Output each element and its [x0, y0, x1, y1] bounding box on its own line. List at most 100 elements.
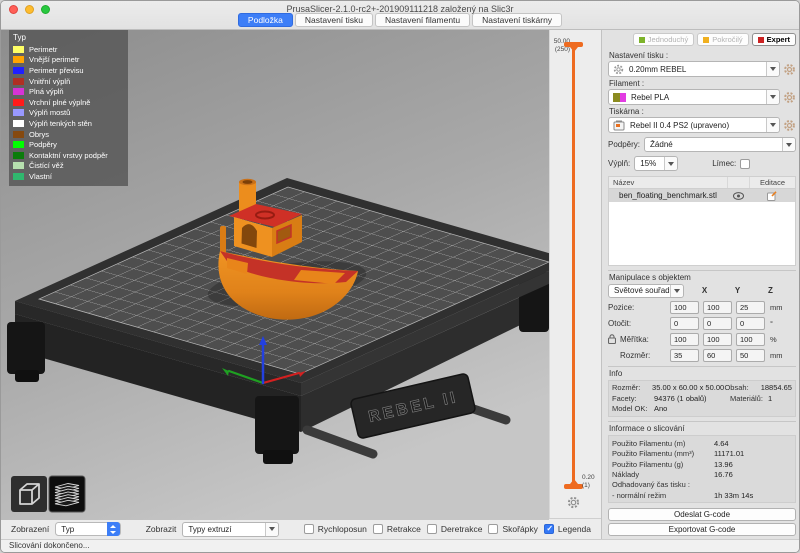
rotation-x-field[interactable]: 0 [670, 317, 699, 330]
edit-preset-gear-icon[interactable] [783, 91, 796, 104]
print-time-mode: - normální režim [612, 491, 714, 500]
preview-toolbar: Zobrazení Typ Zobrazit Typy extruzí Rych… [1, 518, 601, 539]
checkbox-box[interactable] [373, 524, 383, 534]
visibility-toggle[interactable] [727, 192, 749, 200]
legend-swatch [13, 88, 24, 95]
edit-object-button[interactable] [749, 191, 795, 201]
rotation-z-field[interactable]: 0 [736, 317, 765, 330]
printer-leg-left [7, 322, 45, 374]
slicing-info-panel: Použito Filamentu (m)4.64 Použito Filame… [608, 435, 796, 503]
position-x-field[interactable]: 100 [670, 301, 699, 314]
layer-slider: 50.00 (250) 0.20 (1) [549, 30, 601, 518]
legend-title: Typ [13, 33, 124, 42]
legend-item: Perimetr [13, 44, 124, 55]
object-row[interactable]: ben_floating_benchmark.stl [609, 189, 795, 202]
brim-label: Límec: [712, 159, 736, 168]
checkbox-box[interactable] [304, 524, 314, 534]
view-layers-button[interactable] [49, 476, 85, 512]
supports-label: Podpěry: [608, 140, 640, 149]
legend-swatch [13, 131, 24, 138]
select-stepper-icon [107, 522, 120, 536]
checkbox-travel[interactable]: Rychloposun [304, 524, 367, 534]
mode-color-square [703, 37, 709, 43]
coordinate-system-combo[interactable]: Světové souřadnice [608, 284, 684, 298]
scale-row: Měřítka: 100 100 100 % [608, 333, 796, 346]
mode-advanced-button[interactable]: Pokročilý [697, 33, 748, 46]
slider-gear-icon[interactable] [567, 496, 580, 509]
object-name: ben_floating_benchmark.stl [609, 191, 727, 200]
layer-slider-upper-handle[interactable] [564, 42, 583, 47]
position-z-field[interactable]: 25 [736, 301, 765, 314]
checkbox-shells[interactable]: Skořápky [488, 524, 537, 534]
view-label: Zobrazení [11, 524, 49, 534]
position-y-field[interactable]: 100 [703, 301, 732, 314]
legend-item: Vlastní [13, 171, 124, 182]
legend-item: Výplň tenkých stěn [13, 118, 124, 129]
layers-icon [55, 484, 79, 506]
checkbox-retractions[interactable]: Retrakce [373, 524, 421, 534]
filament-combo[interactable]: Rebel PLA [608, 89, 780, 105]
legend-item: Vnitřní výplň [13, 76, 124, 87]
print-settings-label: Nastavení tisku : [609, 51, 796, 60]
mode-switcher: Jednoduchý Pokročilý Expert [608, 33, 796, 46]
tab-printer-settings[interactable]: Nastavení tiskárny [472, 13, 562, 27]
mode-color-square [639, 37, 645, 43]
checkbox-legend[interactable]: Legenda [544, 524, 591, 534]
checkbox-box[interactable] [488, 524, 498, 534]
supports-combo[interactable]: Žádné [644, 137, 796, 152]
uniform-scale-lock[interactable] [608, 334, 620, 344]
legend-swatch [13, 99, 24, 106]
size-y-field[interactable]: 60 [703, 349, 732, 362]
view-type-select[interactable]: Typ [55, 522, 121, 536]
printer-combo[interactable]: Rebel II 0.4 PS2 (upraveno) [608, 117, 780, 133]
tab-plater[interactable]: Podložka [238, 13, 293, 27]
brim-checkbox[interactable] [740, 159, 750, 169]
infill-combo[interactable]: 15% [634, 156, 678, 171]
scale-y-field[interactable]: 100 [703, 333, 732, 346]
info-panel: Rozměr:35.00 x 60.00 x 50.00Obsah:18854.… [608, 380, 796, 418]
y-axis-header: Y [723, 286, 752, 295]
size-x-field[interactable]: 35 [670, 349, 699, 362]
checkbox-deretractions[interactable]: Deretrakce [427, 524, 483, 534]
tab-bar: Podložka Nastavení tisku Nastavení filam… [1, 13, 799, 27]
rotation-y-field[interactable]: 0 [703, 317, 732, 330]
infill-row: Výplň: 15% Límec: [608, 156, 796, 171]
size-z-field[interactable]: 50 [736, 349, 765, 362]
mode-simple-button[interactable]: Jednoduchý [633, 33, 694, 46]
print-time-label: Odhadovaný čas tisku : [612, 480, 792, 490]
edit-preset-gear-icon[interactable] [783, 63, 796, 76]
send-gcode-button[interactable]: Odeslat G-code [608, 508, 796, 521]
gear-icon [613, 64, 624, 75]
viewport: REBEL II [1, 30, 549, 518]
chevron-down-icon [265, 523, 278, 536]
export-gcode-button[interactable]: Exportovat G-code [608, 523, 796, 536]
print-settings-combo[interactable]: 0.20mm REBEL [608, 61, 780, 77]
edit-preset-gear-icon[interactable] [783, 119, 796, 132]
left-column: REBEL II [1, 30, 601, 539]
layer-slider-track[interactable] [572, 48, 575, 484]
filament-label: Filament : [609, 79, 796, 88]
title-bar: PrusaSlicer-2.1.0-rc2+-201909111218 zalo… [1, 1, 799, 30]
infill-label: Výplň: [608, 159, 630, 168]
checkbox-box[interactable] [427, 524, 437, 534]
canvas-row: REBEL II [1, 30, 601, 518]
tab-print-settings[interactable]: Nastavení tisku [295, 13, 373, 27]
view-3d-button[interactable] [11, 476, 47, 512]
mode-expert-button[interactable]: Expert [752, 33, 796, 46]
legend-item: Plná výplň [13, 86, 124, 97]
layer-slider-lower-handle[interactable] [564, 484, 583, 489]
legend-swatch [13, 46, 24, 53]
scale-z-field[interactable]: 100 [736, 333, 765, 346]
tab-filament-settings[interactable]: Nastavení filamentu [375, 13, 470, 27]
checkbox-box[interactable] [544, 524, 554, 534]
legend-item: Vnější perimetr [13, 55, 124, 66]
scale-x-field[interactable]: 100 [670, 333, 699, 346]
legend-swatch [13, 173, 24, 180]
chevron-down-icon [670, 285, 683, 297]
legend-swatch [13, 120, 24, 127]
show-features-combo[interactable]: Typy extruzí [182, 522, 279, 537]
slicing-info-title: Informace o slicování [608, 421, 796, 435]
legend-swatch [13, 67, 24, 74]
legend-swatch [13, 56, 24, 63]
sidebar: Jednoduchý Pokročilý Expert Nastavení ti… [601, 30, 800, 539]
